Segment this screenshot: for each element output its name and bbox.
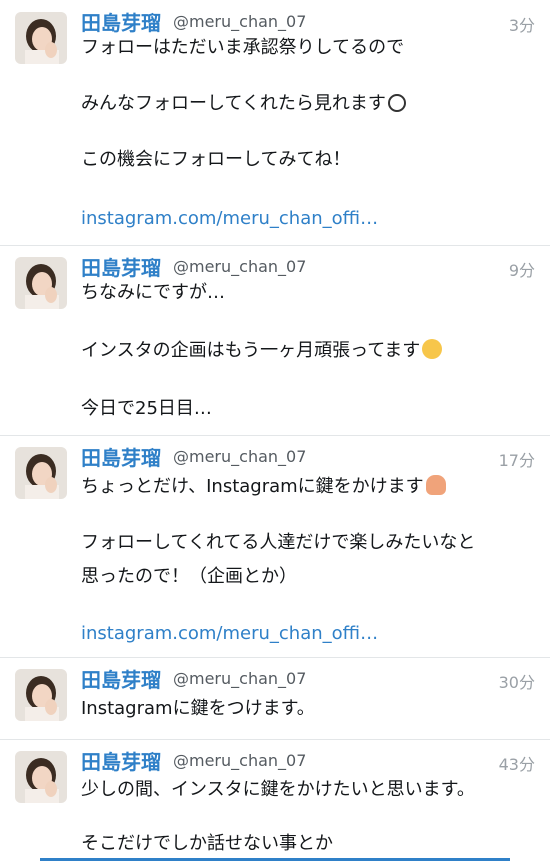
tweet-timestamp: 43分	[498, 755, 535, 774]
author-name[interactable]: 田島芽瑠	[81, 664, 161, 693]
tweet-link[interactable]: instagram.com/meru_chan_offi…	[81, 207, 378, 231]
author-name[interactable]: 田島芽瑠	[81, 252, 161, 281]
author-name[interactable]: 田島芽瑠	[81, 442, 161, 471]
tweet-text-line: そこだけでしか話せない事とか	[81, 833, 333, 854]
tweet-text-line: この機会にフォローしてみてね！	[81, 149, 351, 170]
tweet-text-line: ちょっとだけ、Instagramに鍵をかけます	[81, 475, 446, 499]
avatar[interactable]	[15, 447, 67, 499]
tweet-timestamp: 3分	[508, 16, 535, 35]
tweet-link[interactable]: instagram.com/meru_chan_offi…	[81, 622, 378, 646]
tweet-text-line: フォローしてくれてる人達だけで楽しみたいなと	[81, 532, 476, 553]
tweet-text-line: フォローはただいま承認祭りしてるので	[81, 37, 405, 58]
avatar[interactable]	[15, 12, 67, 64]
tweet-text-line: みんなフォローしてくれたら見れます	[81, 92, 406, 116]
person-raising-hand-emoji-icon	[425, 475, 446, 495]
loudly-crying-face-emoji-icon	[422, 339, 443, 359]
tweet-item[interactable]: 田島芽瑠 @meru_chan_07 43分 少しの間、インスタに鍵をかけたいと…	[0, 739, 550, 861]
tweet-item[interactable]: 田島芽瑠 @meru_chan_07 17分 ちょっとだけ、Instagramに…	[0, 435, 550, 658]
tweet-item[interactable]: 田島芽瑠 @meru_chan_07 3分 フォローはただいま承認祭りしてるので…	[0, 0, 550, 246]
author-handle[interactable]: @meru_chan_07	[173, 447, 306, 466]
author-handle[interactable]: @meru_chan_07	[173, 751, 306, 770]
avatar[interactable]	[15, 669, 67, 721]
tweet-item[interactable]: 田島芽瑠 @meru_chan_07 30分 Instagramに鍵をつけます。	[0, 657, 550, 740]
tweet-text-line: 少しの間、インスタに鍵をかけたいと思います。	[81, 779, 475, 800]
tweet-text-line: インスタの企画はもう一ヶ月頑張ってます	[81, 339, 443, 363]
author-handle[interactable]: @meru_chan_07	[173, 257, 306, 276]
smiling-face-emoji-icon	[387, 94, 406, 112]
tweet-timestamp: 17分	[498, 451, 535, 470]
tweet-text-line: 今日で25日目…	[81, 398, 212, 419]
tweet-timestamp: 9分	[508, 261, 535, 280]
tweet-text-line: Instagramに鍵をつけます。	[81, 698, 315, 719]
tweet-text-line: 思ったので！（企画とか）	[81, 566, 297, 587]
tweet-timestamp: 30分	[498, 673, 535, 692]
avatar[interactable]	[15, 257, 67, 309]
avatar[interactable]	[15, 751, 67, 803]
author-name[interactable]: 田島芽瑠	[81, 7, 161, 36]
author-handle[interactable]: @meru_chan_07	[173, 12, 306, 31]
author-name[interactable]: 田島芽瑠	[81, 746, 161, 775]
tweet-item[interactable]: 田島芽瑠 @meru_chan_07 9分 ちなみにですが… インスタの企画はも…	[0, 245, 550, 436]
tweet-text-line: ちなみにですが…	[81, 282, 225, 303]
author-handle[interactable]: @meru_chan_07	[173, 669, 306, 688]
